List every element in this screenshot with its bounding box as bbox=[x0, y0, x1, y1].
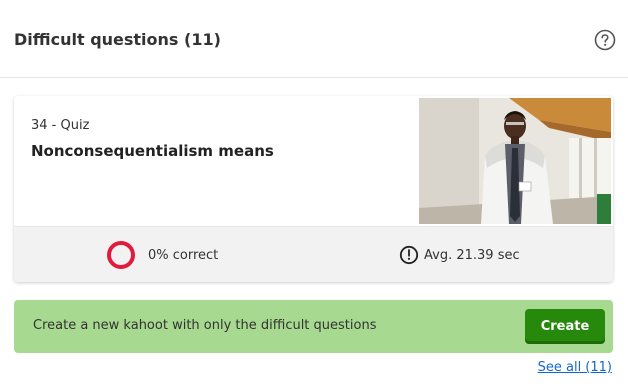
correct-stat: 0% correct bbox=[107, 240, 218, 270]
question-card[interactable]: 34 - Quiz Nonconsequentialism means 0% c… bbox=[14, 96, 613, 282]
incorrect-ring-icon bbox=[107, 241, 135, 269]
question-circle-icon[interactable] bbox=[594, 29, 616, 51]
question-stats: 0% correct Avg. 21.39 sec bbox=[14, 226, 613, 282]
clock-icon bbox=[399, 245, 419, 265]
question-meta: 34 - Quiz bbox=[31, 118, 90, 133]
see-all-link[interactable]: See all (11) bbox=[538, 360, 612, 375]
create-kahoot-banner: Create a new kahoot with only the diffic… bbox=[14, 300, 613, 353]
difficult-questions-panel: Difficult questions (11) 34 - Quiz Nonco… bbox=[0, 0, 628, 390]
banner-text: Create a new kahoot with only the diffic… bbox=[33, 318, 377, 333]
question-title: Nonconsequentialism means bbox=[31, 142, 274, 160]
question-image bbox=[419, 98, 611, 224]
create-button[interactable]: Create bbox=[525, 309, 605, 344]
avg-time-label: Avg. 21.39 sec bbox=[424, 247, 520, 263]
panel-title: Difficult questions (11) bbox=[14, 30, 221, 49]
panel-header: Difficult questions (11) bbox=[0, 0, 628, 78]
time-stat: Avg. 21.39 sec bbox=[399, 240, 520, 270]
question-card-body: 34 - Quiz Nonconsequentialism means bbox=[14, 96, 613, 226]
correct-label: 0% correct bbox=[148, 247, 219, 263]
